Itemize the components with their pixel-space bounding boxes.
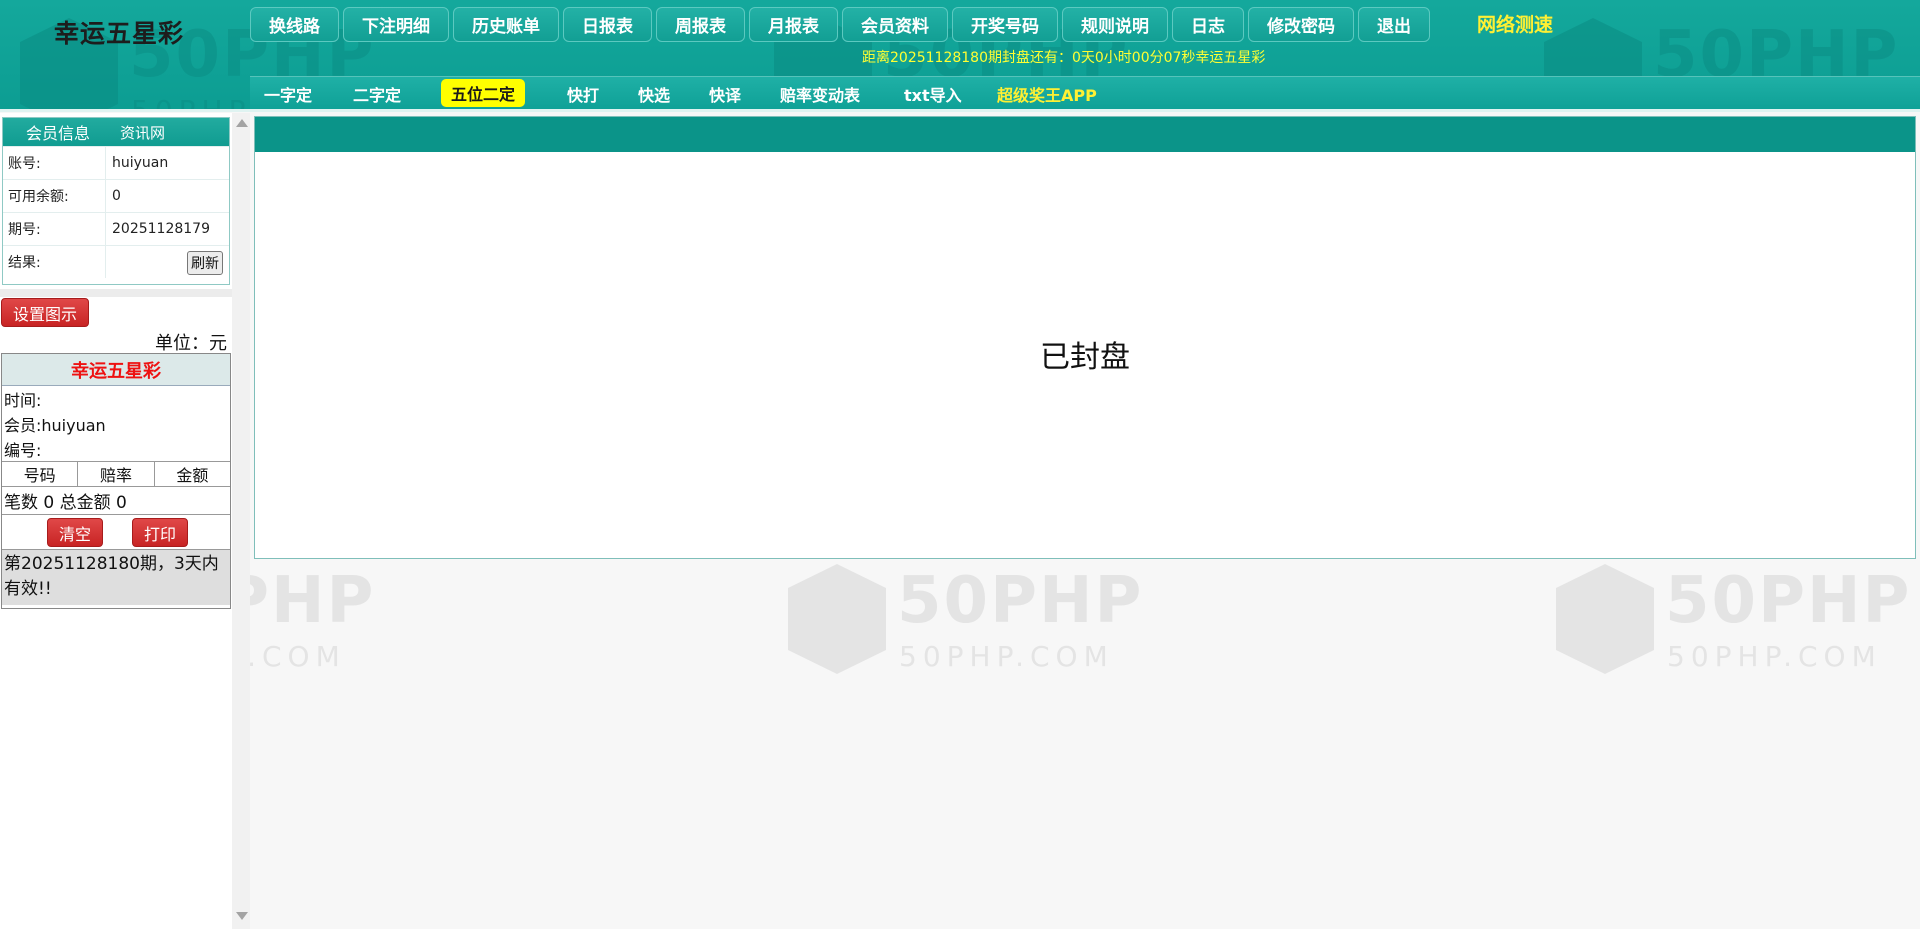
left-sidebar: 会员信息 资讯网 账号: huiyuan 可用余额: 0 期号: 2025112… bbox=[0, 113, 250, 929]
nav-log[interactable]: 日志 bbox=[1172, 7, 1244, 42]
nav-switch-line[interactable]: 换线路 bbox=[250, 7, 339, 42]
nav-bet-details[interactable]: 下注明细 bbox=[343, 7, 449, 42]
nav-change-password[interactable]: 修改密码 bbox=[1248, 7, 1354, 42]
subnav-quick-play[interactable]: 快打 bbox=[567, 82, 599, 106]
nav-draw-numbers[interactable]: 开奖号码 bbox=[952, 7, 1058, 42]
nav-weekly-report[interactable]: 周报表 bbox=[656, 7, 745, 42]
member-info-box: 会员信息 资讯网 账号: huiyuan 可用余额: 0 期号: 2025112… bbox=[2, 117, 230, 285]
subnav-quick-select[interactable]: 快选 bbox=[638, 82, 670, 106]
ticket-actions: 清空 打印 bbox=[2, 515, 230, 550]
ticket-member: 会员:huiyuan bbox=[4, 415, 106, 435]
cube-watermark-icon bbox=[788, 564, 886, 674]
tab-info-site[interactable]: 资讯网 bbox=[120, 122, 165, 143]
watermark-text: 50PHP bbox=[1665, 564, 1912, 638]
ticket-id: 编号: bbox=[4, 440, 42, 460]
header-divider bbox=[0, 109, 1920, 112]
account-label: 账号: bbox=[3, 147, 106, 179]
speed-test-link[interactable]: 网络测速 bbox=[1477, 10, 1553, 37]
balance-label: 可用余额: bbox=[3, 180, 106, 212]
ticket-validity-note: 第20251128180期，3天内有效!! bbox=[2, 550, 230, 605]
divider bbox=[0, 289, 232, 297]
period-label: 期号: bbox=[3, 213, 106, 245]
cube-watermark-icon bbox=[1556, 564, 1654, 674]
market-closed-status: 已封盘 bbox=[1040, 340, 1130, 375]
main-content-panel: 已封盘 bbox=[254, 116, 1916, 559]
ticket-title: 幸运五星彩 bbox=[2, 354, 230, 386]
nav-rules[interactable]: 规则说明 bbox=[1062, 7, 1168, 42]
refresh-button[interactable]: 刷新 bbox=[187, 251, 223, 275]
nav-logout[interactable]: 退出 bbox=[1358, 7, 1430, 42]
nav-history-bills[interactable]: 历史账单 bbox=[453, 7, 559, 42]
clear-button[interactable]: 清空 bbox=[47, 518, 103, 547]
nav-member-profile[interactable]: 会员资料 bbox=[842, 7, 948, 42]
scroll-up-arrow-icon[interactable] bbox=[236, 119, 248, 127]
top-header: 50PHP 50PHP.COM 50PHP 50PHP.COM 50PHP 50… bbox=[0, 0, 1920, 112]
subnav-two-digit[interactable]: 二字定 bbox=[353, 82, 401, 106]
site-logo: 幸运五星彩 bbox=[54, 19, 185, 48]
main-panel-header bbox=[255, 117, 1915, 152]
sidebar-scrollbar[interactable] bbox=[232, 113, 250, 929]
col-amount: 金额 bbox=[176, 466, 209, 485]
subnav-five-two[interactable]: 五位二定 bbox=[441, 79, 526, 107]
bet-ticket: 幸运五星彩 时间: 会员:huiyuan 编号: 号码 赔率 金额 笔数 0 总… bbox=[1, 353, 231, 609]
nav-monthly-report[interactable]: 月报表 bbox=[749, 7, 838, 42]
scroll-down-arrow-icon[interactable] bbox=[236, 912, 248, 920]
result-label: 结果: bbox=[3, 246, 106, 278]
member-tabs: 会员信息 资讯网 bbox=[3, 118, 229, 146]
col-odds: 赔率 bbox=[78, 462, 155, 486]
subnav-app[interactable]: 超级奖王APP bbox=[997, 82, 1097, 106]
print-button[interactable]: 打印 bbox=[132, 518, 188, 547]
subnav-quick-translate[interactable]: 快译 bbox=[709, 82, 741, 106]
result-value: 刷新 bbox=[106, 246, 229, 278]
watermark-subtext: 50PHP.COM bbox=[899, 640, 1114, 673]
nav-daily-report[interactable]: 日报表 bbox=[563, 7, 652, 42]
account-value: huiyuan bbox=[112, 155, 169, 171]
settings-button[interactable]: 设置图示 bbox=[1, 298, 89, 327]
subnav-odds-changes[interactable]: 赔率变动表 bbox=[780, 82, 860, 106]
unit-label: 单位：元 bbox=[155, 333, 227, 354]
ticket-table-header: 号码 赔率 金额 bbox=[2, 461, 230, 487]
info-row-account: 账号: huiyuan bbox=[3, 146, 229, 179]
sub-nav: 一字定 二字定 五位二定 快打 快选 快译 赔率变动表 txt导入 超级奖王AP… bbox=[250, 76, 1920, 109]
top-nav: 换线路 下注明细 历史账单 日报表 周报表 月报表 会员资料 开奖号码 规则说明… bbox=[250, 7, 1430, 42]
balance-value: 0 bbox=[112, 188, 121, 204]
ticket-time: 时间: bbox=[4, 390, 42, 410]
watermark-subtext: 50PHP.COM bbox=[1667, 640, 1882, 673]
watermark-text: 50PHP bbox=[897, 564, 1144, 638]
close-countdown: 距离20251128180期封盘还有：0天0小时00分07秒幸运五星彩 bbox=[862, 50, 1266, 66]
info-row-result: 结果: 刷新 bbox=[3, 245, 229, 278]
period-value: 20251128179 bbox=[112, 221, 210, 237]
ticket-summary: 笔数 0 总金额 0 bbox=[2, 487, 230, 515]
subnav-one-digit[interactable]: 一字定 bbox=[264, 82, 312, 106]
info-row-balance: 可用余额: 0 bbox=[3, 179, 229, 212]
subnav-txt-import[interactable]: txt导入 bbox=[904, 82, 962, 106]
tab-member-info[interactable]: 会员信息 bbox=[26, 120, 90, 144]
info-row-period: 期号: 20251128179 bbox=[3, 212, 229, 245]
col-number: 号码 bbox=[2, 462, 79, 486]
